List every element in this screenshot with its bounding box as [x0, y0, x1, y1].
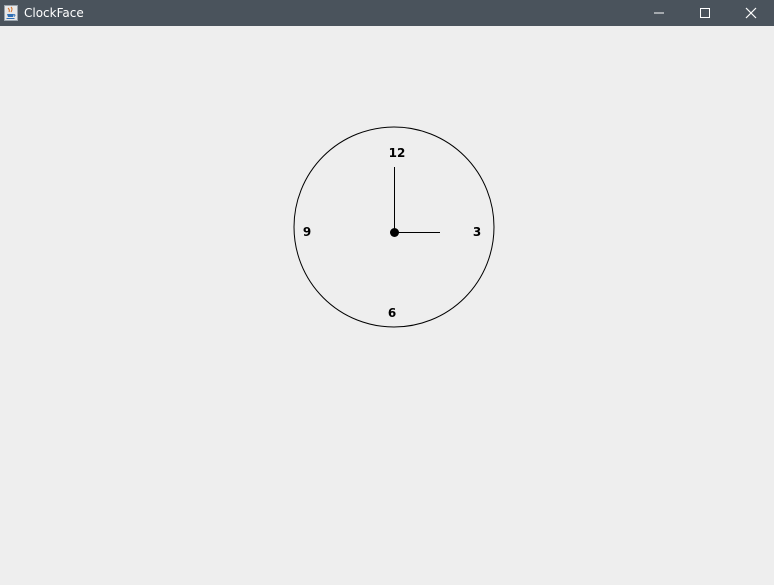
close-icon: [745, 7, 757, 19]
clockface-window: ClockFace 12 3 6 9: [0, 0, 774, 585]
maximize-button[interactable]: [682, 0, 728, 26]
minimize-icon: [654, 12, 664, 14]
numeral-12: 12: [389, 146, 406, 160]
numeral-9: 9: [303, 225, 311, 239]
title-bar[interactable]: ClockFace: [0, 0, 774, 26]
window-title: ClockFace: [24, 6, 84, 20]
close-button[interactable]: [728, 0, 774, 26]
maximize-icon: [700, 8, 710, 18]
window-controls: [636, 0, 774, 26]
center-pivot: [390, 228, 399, 237]
minimize-button[interactable]: [636, 0, 682, 26]
numeral-6: 6: [388, 306, 396, 320]
java-cup-icon[interactable]: [3, 5, 19, 21]
clock-panel: 12 3 6 9: [0, 26, 774, 585]
clock-face: 12 3 6 9: [293, 126, 495, 328]
numeral-3: 3: [473, 225, 481, 239]
